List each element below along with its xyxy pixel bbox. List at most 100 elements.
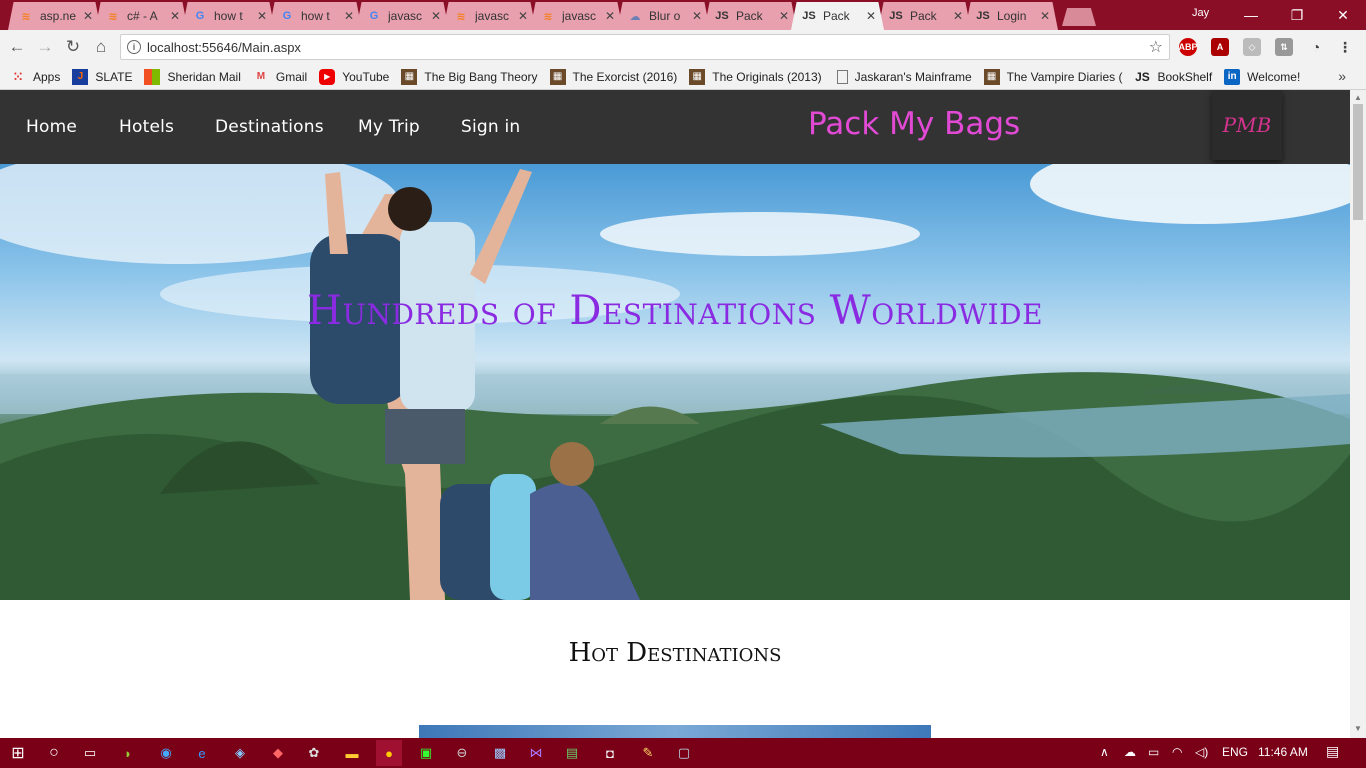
close-icon[interactable]: ✕ <box>83 9 93 23</box>
chevron-up-icon[interactable]: ∧ <box>1100 745 1109 759</box>
language-indicator[interactable]: ENG <box>1222 745 1248 759</box>
bookmark-youtube[interactable]: ▶ YouTube <box>319 68 389 85</box>
more-bookmarks-icon[interactable]: » <box>1338 68 1346 84</box>
tab-5[interactable]: ≋ javasc ✕ <box>443 2 536 30</box>
folder-icon[interactable]: ▬ <box>342 743 362 763</box>
close-icon[interactable]: ✕ <box>431 9 441 23</box>
nav-my-trip[interactable]: My Trip <box>358 117 420 137</box>
adblock-icon[interactable]: ABP <box>1179 38 1198 56</box>
bookmark-big-bang-theory[interactable]: ▦ The Big Bang Theory <box>401 68 538 85</box>
reload-icon[interactable]: ↻ <box>62 36 84 58</box>
extension-cube-icon[interactable]: ◇ <box>1243 38 1261 56</box>
tab-8[interactable]: JS Pack ✕ <box>704 2 797 30</box>
scroll-down-icon[interactable]: ▼ <box>1354 724 1362 733</box>
close-icon[interactable]: ✕ <box>170 9 180 23</box>
close-icon[interactable]: ✕ <box>1040 9 1050 23</box>
tab-3[interactable]: Ghow t ✕ <box>269 2 362 30</box>
chrome-icon[interactable]: ● <box>376 740 402 766</box>
bookmark-originals[interactable]: ▦ The Originals (2013) <box>689 68 822 85</box>
nav-hotels[interactable]: Hotels <box>119 117 174 137</box>
wifi-icon[interactable]: ◠ <box>1172 745 1182 759</box>
bookmark-bookshelf[interactable]: JS BookShelf <box>1134 69 1212 85</box>
drive-icon[interactable]: ⊖ <box>452 743 472 763</box>
bookmark-apps[interactable]: ⁙ Apps <box>10 69 60 85</box>
package-icon[interactable]: ◈ <box>230 743 250 763</box>
speed-gauge-icon[interactable]: ◔ <box>1307 38 1325 56</box>
cloud-icon: ☁ <box>629 10 641 23</box>
close-icon[interactable]: ✕ <box>344 9 354 23</box>
restore-icon[interactable]: ❐ <box>1274 0 1320 30</box>
tab-11[interactable]: JS Login ✕ <box>965 2 1058 30</box>
brand-title[interactable]: Pack My Bags <box>808 106 1020 142</box>
extension-icon[interactable]: ⇅ <box>1275 38 1293 56</box>
scroll-up-icon[interactable]: ▲ <box>1354 93 1362 102</box>
tab-0[interactable]: ≋ asp.ne ✕ <box>8 2 101 30</box>
tab-7[interactable]: ☁ Blur o ✕ <box>617 2 710 30</box>
git-icon[interactable]: ◆ <box>268 743 288 763</box>
bookmark-star-icon[interactable]: ☆ <box>1149 37 1163 57</box>
tab-title: javasc <box>475 9 510 23</box>
menu-dots-icon[interactable]: ⋮ <box>1336 38 1354 56</box>
nav-sign-in[interactable]: Sign in <box>461 117 520 137</box>
bookmark-welcome[interactable]: in Welcome! <box>1224 68 1300 85</box>
notifications-icon[interactable]: ▤ <box>1326 743 1339 760</box>
bookmark-vampire-diaries[interactable]: ▦ The Vampire Diaries ( <box>983 68 1123 85</box>
slate-icon: J <box>72 68 89 85</box>
bookmark-mainframe[interactable]: Jaskaran's Mainframe <box>834 69 972 84</box>
edge-icon[interactable]: e <box>192 743 212 763</box>
destination-card-image[interactable] <box>419 725 931 738</box>
minimize-icon[interactable]: — <box>1228 0 1274 30</box>
site-logo[interactable]: PMB <box>1212 90 1282 160</box>
home-icon[interactable]: ⌂ <box>90 36 112 58</box>
nav-home[interactable]: Home <box>26 117 77 137</box>
window-app-icon[interactable]: ▢ <box>674 743 694 763</box>
paint-icon[interactable]: ✿ <box>304 743 324 763</box>
app-icon[interactable]: ▩ <box>490 743 510 763</box>
bookmark-exorcist[interactable]: ▦ The Exorcist (2016) <box>549 68 677 85</box>
tab-6[interactable]: ≋ javasc ✕ <box>530 2 623 30</box>
terminal-icon[interactable]: ▣ <box>416 743 436 763</box>
page-scrollbar[interactable]: ▲ ▼ <box>1350 90 1366 738</box>
task-view-icon[interactable]: ▭ <box>80 743 100 763</box>
pdf-icon[interactable]: A <box>1211 38 1229 56</box>
bookmark-sheridan-mail[interactable]: Sheridan Mail <box>144 68 241 85</box>
close-icon[interactable]: ✕ <box>779 9 789 23</box>
bookmark-slate[interactable]: J SLATE <box>72 68 132 85</box>
clock[interactable]: 11:46 AM <box>1258 745 1308 759</box>
nav-destinations[interactable]: Destinations <box>215 117 324 137</box>
new-tab-button[interactable] <box>1062 8 1096 26</box>
forward-icon[interactable]: → <box>34 36 56 58</box>
android-icon[interactable]: ◗ <box>118 743 138 763</box>
battery-icon[interactable]: ▭ <box>1148 745 1159 759</box>
scrollbar-thumb[interactable] <box>1353 104 1363 220</box>
profile-name[interactable]: Jay <box>1192 7 1209 19</box>
notepad-icon[interactable]: ✎ <box>638 743 658 763</box>
close-window-icon[interactable]: ✕ <box>1320 0 1366 30</box>
bookmark-label: The Vampire Diaries ( <box>1006 69 1123 84</box>
close-icon[interactable]: ✕ <box>692 9 702 23</box>
close-icon[interactable]: ✕ <box>953 9 963 23</box>
cloud-sync-icon[interactable]: ☁ <box>1124 745 1136 759</box>
bookmark-gmail[interactable]: M Gmail <box>253 69 308 85</box>
address-bar[interactable]: i ☆ <box>120 34 1170 60</box>
close-icon[interactable]: ✕ <box>257 9 267 23</box>
tab-2[interactable]: Ghow t ✕ <box>182 2 275 30</box>
visual-studio-icon[interactable]: ⋈ <box>526 743 546 763</box>
tab-4[interactable]: Gjavasc ✕ <box>356 2 449 30</box>
url-input[interactable] <box>147 38 1127 56</box>
film-icon: ▦ <box>983 68 1000 85</box>
info-icon[interactable]: i <box>127 40 141 54</box>
camera-icon[interactable]: ◘ <box>600 743 620 763</box>
cortana-icon[interactable]: ○ <box>44 743 64 763</box>
close-icon[interactable]: ✕ <box>866 9 876 23</box>
tab-1[interactable]: ≋ c# - A ✕ <box>95 2 188 30</box>
firefox-icon[interactable]: ◉ <box>156 743 176 763</box>
close-icon[interactable]: ✕ <box>605 9 615 23</box>
back-icon[interactable]: ← <box>6 36 28 58</box>
close-icon[interactable]: ✕ <box>518 9 528 23</box>
tab-10[interactable]: JS Pack ✕ <box>878 2 971 30</box>
project-icon[interactable]: ▤ <box>562 743 582 763</box>
windows-start-icon[interactable]: ⊞ <box>8 743 28 763</box>
tab-9-active[interactable]: JS Pack ✕ <box>791 2 884 30</box>
volume-icon[interactable]: ◁) <box>1195 745 1208 759</box>
